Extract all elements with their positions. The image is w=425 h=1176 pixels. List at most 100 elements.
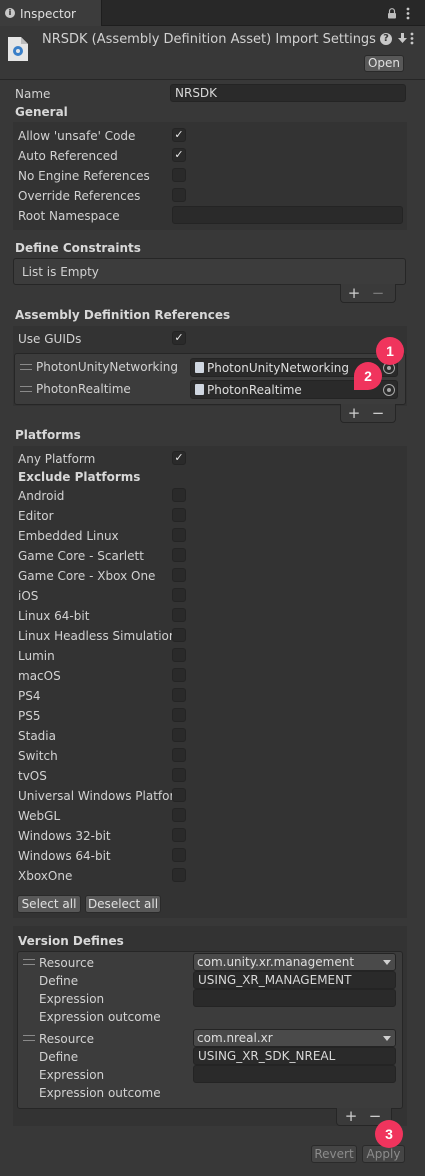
platform-checkbox[interactable] <box>172 808 186 822</box>
open-button[interactable]: Open <box>364 55 404 72</box>
version-defines-add-button[interactable]: + <box>342 1107 360 1125</box>
define-label: Define <box>39 1050 79 1064</box>
inspector-title: NRSDK (Assembly Definition Asset) Import… <box>42 32 376 47</box>
assembly-references-title: Assembly Definition References <box>15 308 231 322</box>
assembly-references-add-button[interactable]: + <box>345 404 363 422</box>
platform-checkbox[interactable] <box>172 788 186 802</box>
expression-label: Expression <box>39 1068 105 1082</box>
help-icon[interactable]: ? <box>380 33 392 45</box>
deselect-all-button[interactable]: Deselect all <box>85 895 161 913</box>
use-guids-checkbox[interactable]: ✓ <box>172 331 186 345</box>
resource-dropdown[interactable]: com.nreal.xr <box>193 1029 396 1047</box>
platform-label: Linux Headless Simulation <box>18 629 177 643</box>
no-engine-references-label: No Engine References <box>18 169 150 183</box>
settings-icon[interactable] <box>396 32 409 45</box>
drag-handle-icon[interactable] <box>20 364 32 370</box>
resource-value: com.unity.xr.management <box>197 955 355 969</box>
platform-label: WebGL <box>18 809 61 823</box>
use-guids-label: Use GUIDs <box>18 332 82 346</box>
platform-checkbox[interactable] <box>172 628 186 642</box>
dropdown-arrow-icon <box>383 960 391 965</box>
expression-field[interactable] <box>193 989 396 1007</box>
annotation-badge-1: 1 <box>376 337 404 365</box>
platform-checkbox[interactable] <box>172 768 186 782</box>
general-title: General <box>15 105 68 119</box>
platform-checkbox[interactable] <box>172 508 186 522</box>
header-menu-icon[interactable] <box>410 32 414 45</box>
platform-checkbox[interactable] <box>172 668 186 682</box>
platform-label: tvOS <box>18 769 47 783</box>
header-divider <box>0 79 425 80</box>
platform-checkbox[interactable] <box>172 568 186 582</box>
revert-button[interactable]: Revert <box>311 1145 357 1163</box>
platform-label: Linux 64-bit <box>18 609 90 623</box>
platform-checkbox[interactable] <box>172 848 186 862</box>
root-namespace-label: Root Namespace <box>18 209 120 223</box>
tab-inspector[interactable]: i Inspector <box>0 0 102 26</box>
allow-unsafe-label: Allow 'unsafe' Code <box>18 129 136 143</box>
exclude-platforms-title: Exclude Platforms <box>18 470 141 484</box>
platform-label: Game Core - Scarlett <box>18 549 144 563</box>
platform-checkbox[interactable] <box>172 688 186 702</box>
define-field[interactable]: USING_XR_SDK_NREAL <box>193 1047 396 1065</box>
expression-outcome-label: Expression outcome <box>39 1086 161 1100</box>
kebab-menu-icon[interactable] <box>406 7 410 20</box>
define-constraints-empty: List is Empty <box>22 265 99 279</box>
override-references-label: Override References <box>18 189 141 203</box>
platform-label: Windows 64-bit <box>18 849 111 863</box>
resource-label: Resource <box>39 956 95 970</box>
object-picker-icon[interactable] <box>383 384 395 396</box>
define-constraints-title: Define Constraints <box>15 241 141 255</box>
root-namespace-field[interactable] <box>172 206 403 224</box>
any-platform-checkbox[interactable]: ✓ <box>172 451 186 465</box>
annotation-badge-3: 3 <box>375 1120 403 1148</box>
platform-label: Game Core - Xbox One <box>18 569 156 583</box>
assembly-references-remove-button[interactable]: − <box>369 404 387 422</box>
resource-value: com.nreal.xr <box>197 1031 273 1045</box>
define-field[interactable]: USING_XR_MANAGEMENT <box>193 971 396 989</box>
allow-unsafe-checkbox[interactable]: ✓ <box>172 128 186 142</box>
reference-value: PhotonRealtime <box>207 383 302 397</box>
annotation-badge-2: 2 <box>354 362 382 390</box>
platform-checkbox[interactable] <box>172 828 186 842</box>
platform-label: XboxOne <box>18 869 73 883</box>
platform-checkbox[interactable] <box>172 868 186 882</box>
lock-icon[interactable] <box>387 8 397 19</box>
override-references-checkbox[interactable] <box>172 188 186 202</box>
platform-checkbox[interactable] <box>172 548 186 562</box>
platform-label: PS5 <box>18 709 41 723</box>
platform-label: Editor <box>18 509 54 523</box>
drag-handle-icon[interactable] <box>23 959 35 965</box>
platform-label: macOS <box>18 669 61 683</box>
platform-checkbox[interactable] <box>172 708 186 722</box>
define-constraints-add-button[interactable]: + <box>345 284 363 302</box>
info-icon: i <box>5 8 15 18</box>
platform-label: Embedded Linux <box>18 529 119 543</box>
auto-referenced-checkbox[interactable]: ✓ <box>172 148 186 162</box>
assembly-asset-icon <box>195 384 204 395</box>
platforms-panel <box>13 446 407 918</box>
name-label: Name <box>15 87 51 101</box>
expression-outcome-label: Expression outcome <box>39 1010 161 1024</box>
no-engine-references-checkbox[interactable] <box>172 168 186 182</box>
reference-value: PhotonUnityNetworking <box>207 361 350 375</box>
drag-handle-icon[interactable] <box>23 1035 35 1041</box>
platform-checkbox[interactable] <box>172 608 186 622</box>
select-all-button[interactable]: Select all <box>17 895 81 913</box>
platform-checkbox[interactable] <box>172 488 186 502</box>
platform-checkbox[interactable] <box>172 648 186 662</box>
resource-dropdown[interactable]: com.unity.xr.management <box>193 953 396 971</box>
define-constraints-remove-button[interactable]: − <box>369 284 387 302</box>
name-field[interactable]: NRSDK <box>170 84 406 102</box>
platform-checkbox[interactable] <box>172 588 186 602</box>
platform-checkbox[interactable] <box>172 528 186 542</box>
apply-button[interactable]: Apply <box>362 1145 405 1163</box>
drag-handle-icon[interactable] <box>20 386 32 392</box>
platform-label: PS4 <box>18 689 41 703</box>
resource-label: Resource <box>39 1032 95 1046</box>
assembly-asset-icon <box>195 362 204 373</box>
platform-checkbox[interactable] <box>172 748 186 762</box>
dropdown-arrow-icon <box>383 1036 391 1041</box>
expression-field[interactable] <box>193 1065 396 1083</box>
platform-checkbox[interactable] <box>172 728 186 742</box>
